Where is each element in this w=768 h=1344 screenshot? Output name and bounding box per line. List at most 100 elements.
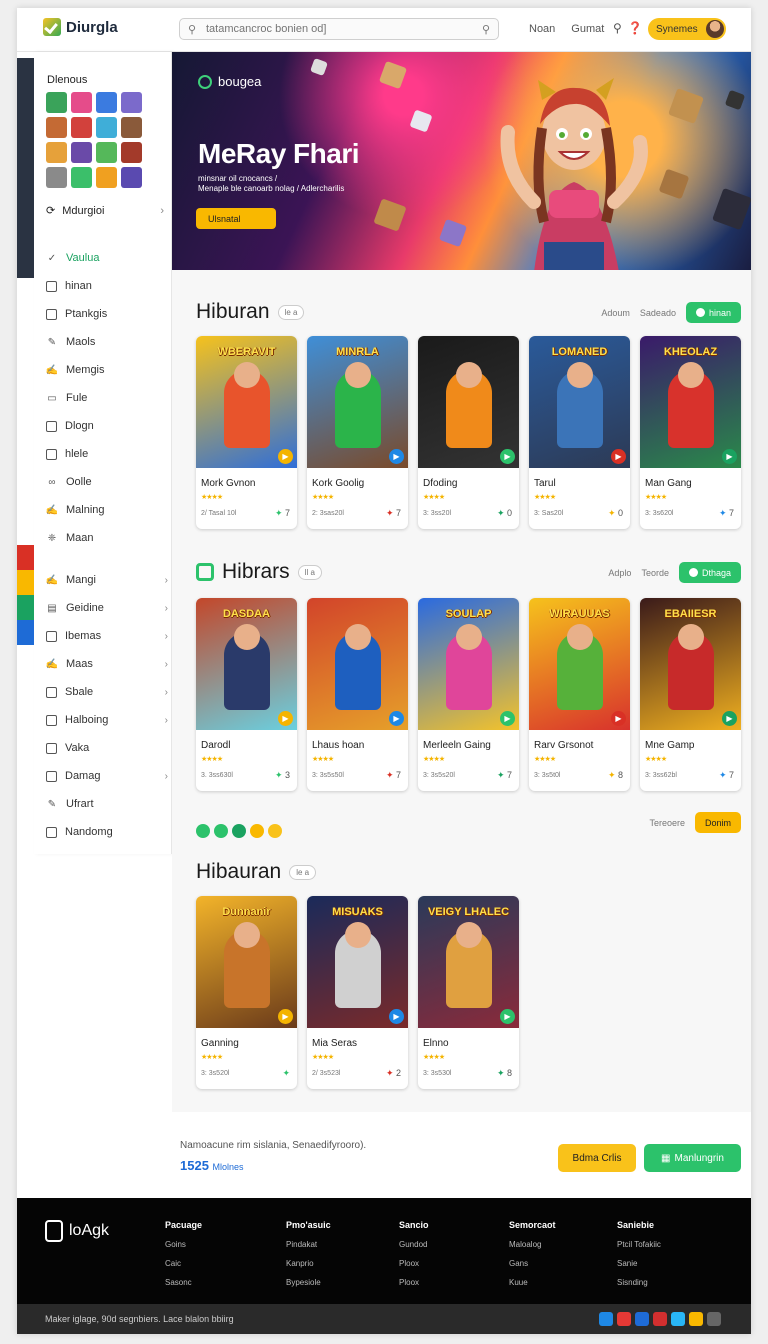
thumbnail[interactable] [96, 92, 117, 113]
footer-link[interactable]: Sisnding [617, 1273, 661, 1292]
section-link[interactable]: Tereoere [649, 818, 685, 828]
game-card[interactable]: KHEOLAZ ▶ Man Gang ★★★★ 3: 3s620l ✦ 7 [640, 336, 741, 529]
footer-link[interactable]: Gans [509, 1254, 556, 1273]
pagination-dot[interactable] [196, 824, 210, 838]
sidebar-item[interactable]: ✍ Malning [46, 496, 168, 524]
play-badge-icon[interactable]: ▶ [500, 449, 515, 464]
play-badge-icon[interactable]: ▶ [389, 711, 404, 726]
sidebar-item[interactable]: ▭ Fule [46, 384, 168, 412]
sidebar-item[interactable]: Halboing › [46, 706, 168, 734]
play-badge-icon[interactable]: ▶ [722, 449, 737, 464]
section-link[interactable]: Adplo [608, 568, 631, 578]
footer-link[interactable]: Pindakat [286, 1235, 331, 1254]
sidebar-item[interactable]: ✍ Mangi › [46, 566, 168, 594]
footer-link[interactable]: Caic [165, 1254, 202, 1273]
section-link[interactable]: Sadeado [640, 308, 676, 318]
sidebar-item[interactable]: ✎ Ufrart [46, 790, 168, 818]
hero-cta-button[interactable]: Ulsnatal [196, 208, 276, 229]
search-input[interactable] [180, 23, 450, 35]
footer-link[interactable]: Ploox [399, 1254, 429, 1273]
play-badge-icon[interactable]: ▶ [389, 449, 404, 464]
footer-link[interactable]: Ptcil Tofakiic [617, 1235, 661, 1254]
sidebar-item[interactable]: Vaka [46, 734, 168, 762]
thumbnail[interactable] [121, 117, 142, 138]
thumbnail[interactable] [71, 92, 92, 113]
search-bar[interactable]: ⚲ ⚲ [179, 18, 499, 40]
play-badge-icon[interactable]: ▶ [611, 449, 626, 464]
sidebar-item[interactable]: ∞ Oolle [46, 468, 168, 496]
game-card[interactable]: Dunnanir ▶ Ganning ★★★★ 3: 3s520l ✦ [196, 896, 297, 1089]
help-icon[interactable]: ❓ [628, 21, 643, 35]
thumbnail[interactable] [46, 92, 67, 113]
thumbnail[interactable] [71, 142, 92, 163]
thumbnail[interactable] [96, 167, 117, 188]
nav-link-1[interactable]: Noan [529, 23, 555, 35]
footer-link[interactable]: Gundod [399, 1235, 429, 1254]
play-badge-icon[interactable]: ▶ [278, 449, 293, 464]
brand-logo[interactable]: Diurgla [43, 18, 118, 36]
footer-logo[interactable]: loAgk [45, 1220, 109, 1242]
play-badge-icon[interactable]: ▶ [500, 711, 515, 726]
sidebar-item[interactable]: ▤ Geidine › [46, 594, 168, 622]
section-pill[interactable]: le a [289, 864, 317, 880]
social-icon-5[interactable] [671, 1312, 685, 1326]
footer-link[interactable]: Maloalog [509, 1235, 556, 1254]
section-pill[interactable]: le a [277, 304, 305, 320]
thumbnail[interactable] [121, 142, 142, 163]
game-card[interactable]: MISUAKS ▶ Mia Seras ★★★★ 2/ 3s523l ✦ 2 [307, 896, 408, 1089]
game-card[interactable]: LOMANED ▶ Tarul ★★★★ 3: Sas20l ✦ 0 [529, 336, 630, 529]
footer-link[interactable]: Goins [165, 1235, 202, 1254]
summary-secondary-button[interactable]: ▦ Manlungrin [644, 1144, 741, 1172]
footer-link[interactable]: Sanie [617, 1254, 661, 1273]
thumbnail[interactable] [96, 117, 117, 138]
sidebar-item[interactable]: Nandomg [46, 818, 168, 846]
sidebar-item[interactable]: Damag › [46, 762, 168, 790]
sidebar-item[interactable]: hinan [46, 272, 168, 300]
social-icon-4[interactable] [653, 1312, 667, 1326]
section-link[interactable]: Adoum [601, 308, 630, 318]
section-button[interactable]: Dthaga [678, 562, 741, 583]
pagination-dot[interactable] [232, 824, 246, 838]
play-badge-icon[interactable]: ▶ [500, 1009, 515, 1024]
game-card[interactable]: SOULAP ▶ Merleeln Gaing ★★★★ 3: 3s5s20l ✦ 7 [418, 598, 519, 791]
thumbnail[interactable] [46, 167, 67, 188]
account-button[interactable]: Synemes [648, 18, 726, 40]
pagination-dot[interactable] [268, 824, 282, 838]
sidebar-item[interactable]: ✍ Maas › [46, 650, 168, 678]
social-icon-2[interactable] [617, 1312, 631, 1326]
summary-primary-button[interactable]: Bdma Crlis [558, 1144, 636, 1172]
game-card[interactable]: EBAIIESR ▶ Mne Gamp ★★★★ 3: 3ss62bl ✦ 7 [640, 598, 741, 791]
footer-link[interactable]: Sasonc [165, 1273, 202, 1292]
play-badge-icon[interactable]: ▶ [278, 1009, 293, 1024]
section-link[interactable]: Teorde [641, 568, 669, 578]
search-submit-icon[interactable]: ⚲ [482, 23, 490, 36]
thumbnail[interactable] [71, 117, 92, 138]
footer-link[interactable]: Kanprio [286, 1254, 331, 1273]
location-icon[interactable]: ⚲ [613, 21, 622, 35]
thumbnail[interactable] [121, 92, 142, 113]
footer-link[interactable]: Kuue [509, 1273, 556, 1292]
play-badge-icon[interactable]: ▶ [278, 711, 293, 726]
pagination-dot[interactable] [214, 824, 228, 838]
section-pill[interactable]: ll a [297, 564, 322, 580]
game-card[interactable]: WIRAUUAS ▶ Rarv Grsonot ★★★★ 3: 3s5t0l ✦ 8 [529, 598, 630, 791]
sidebar-item[interactable]: ✓ Vaulua [46, 244, 168, 272]
sidebar-item[interactable]: ✎ Maols [46, 328, 168, 356]
sidebar-item[interactable]: hlele [46, 440, 168, 468]
nav-link-2[interactable]: Gumat [571, 23, 604, 35]
game-card[interactable]: DASDAA ▶ Darodl ★★★★ 3. 3ss630l ✦ 3 [196, 598, 297, 791]
sidebar-item[interactable]: Ptankgis [46, 300, 168, 328]
play-badge-icon[interactable]: ▶ [389, 1009, 404, 1024]
game-card[interactable]: ▶ Dfoding ★★★★ 3: 3ss20l ✦ 0 [418, 336, 519, 529]
thumbnail[interactable] [71, 167, 92, 188]
footer-link[interactable]: Ploox [399, 1273, 429, 1292]
sidebar-item[interactable]: ✍ Memgis [46, 356, 168, 384]
thumbnail[interactable] [46, 117, 67, 138]
social-icon-3[interactable] [635, 1312, 649, 1326]
game-card[interactable]: VEIGY LHALEC ▶ Elnno ★★★★ 3: 3s530l ✦ 8 [418, 896, 519, 1089]
pagination-dot[interactable] [250, 824, 264, 838]
thumbnail[interactable] [121, 167, 142, 188]
sidebar-item[interactable]: Dlogn [46, 412, 168, 440]
play-badge-icon[interactable]: ▶ [722, 711, 737, 726]
sidebar-item[interactable]: Ibemas › [46, 622, 168, 650]
